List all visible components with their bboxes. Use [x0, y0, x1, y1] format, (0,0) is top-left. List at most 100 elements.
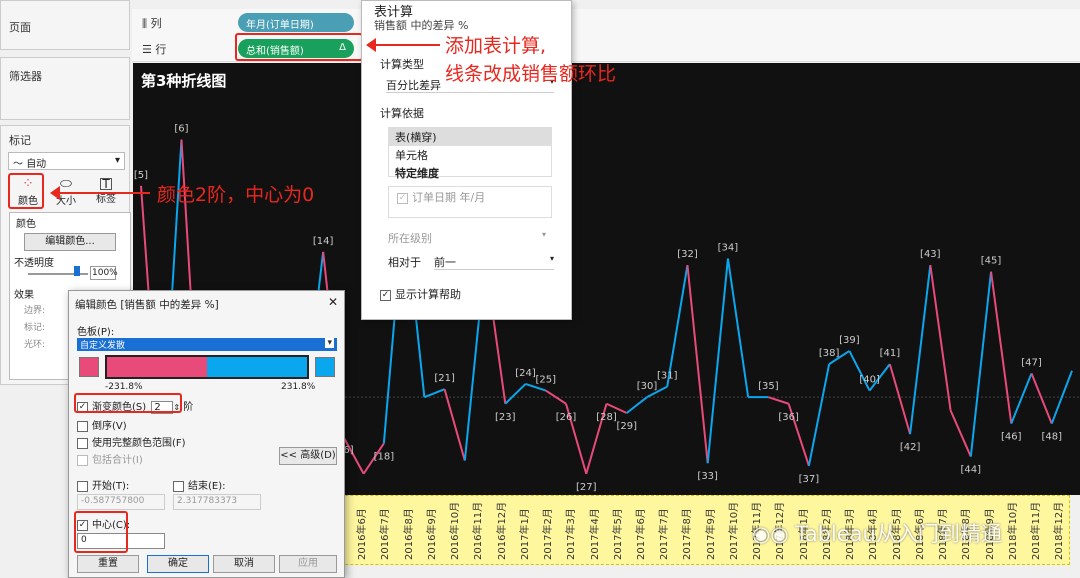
columns-shelf-label: ⫼ 列: [142, 17, 162, 30]
end-value-field[interactable]: 2.317783373: [173, 494, 261, 510]
chevron-down-icon: ▾: [325, 338, 334, 348]
dimension-list: ✓ 订单日期 年/月: [388, 186, 552, 218]
start-value-field[interactable]: -0.587757800: [77, 494, 165, 510]
line-segment: [949, 409, 972, 457]
x-tick-label: 2017年10月: [728, 501, 740, 560]
opacity-slider-thumb[interactable]: [74, 266, 80, 276]
line-segment: [909, 264, 932, 435]
line-segment: [726, 258, 750, 398]
at-level-label: 所在级别: [388, 232, 432, 245]
rows-shelf-label: ☰ 行: [142, 43, 167, 56]
point-label: [6]: [174, 124, 188, 135]
pages-title: 页面: [9, 21, 31, 34]
columns-pill[interactable]: 年月(订单日期): [238, 13, 354, 32]
line-segment: [768, 396, 789, 405]
at-level-dropdown[interactable]: ▾: [542, 230, 546, 239]
rows-pill-highlight: [235, 33, 363, 61]
effects-label: 效果: [14, 290, 34, 301]
calc-type-label: 计算类型: [380, 58, 424, 71]
compute-option-table-across[interactable]: 表(横穿): [389, 128, 551, 146]
x-tick-label: 2017年1月: [519, 508, 531, 560]
x-tick-label: 2016年10月: [450, 501, 462, 560]
compute-using-list[interactable]: 表(横穿) 单元格 特定维度: [388, 127, 552, 180]
x-tick-label: 2018年12月: [1054, 501, 1066, 560]
line-segment: [666, 264, 689, 387]
ok-button[interactable]: 确定: [147, 555, 209, 573]
x-tick-label: 2017年5月: [612, 508, 624, 560]
color-ramp: [105, 355, 309, 379]
line-mark-icon: 〜: [13, 159, 23, 170]
point-label: [18]: [374, 451, 395, 462]
x-tick-label: 2016年6月: [357, 508, 369, 560]
advanced-button[interactable]: << 高级(D): [279, 447, 337, 465]
min-value-label: -231.8%: [105, 382, 143, 392]
point-label: [46]: [1001, 432, 1022, 443]
reversed-checkbox[interactable]: 倒序(V): [77, 417, 127, 432]
point-label: [26]: [556, 412, 577, 423]
close-icon[interactable]: ✕: [328, 295, 338, 309]
compute-using-label: 计算依据: [380, 107, 424, 120]
point-label: [31]: [657, 371, 678, 382]
start-checkbox[interactable]: 开始(T):: [77, 477, 129, 492]
compute-option-cell[interactable]: 单元格: [389, 146, 551, 164]
line-segment: [626, 396, 648, 414]
point-label: [38]: [819, 348, 840, 359]
color-popup-title: 颜色: [16, 219, 36, 230]
x-tick-label: 2017年7月: [659, 508, 671, 560]
border-label: 边界:: [24, 306, 46, 316]
stepped-highlight: [74, 393, 182, 413]
point-label: [41]: [880, 348, 901, 359]
point-label: [24]: [515, 368, 536, 379]
include-totals-checkbox[interactable]: 包括合计(I): [77, 451, 143, 466]
line-segment: [443, 388, 466, 461]
reset-button[interactable]: 重置: [77, 555, 139, 573]
point-label: [27]: [576, 482, 597, 493]
relative-to-label: 相对于: [388, 256, 421, 269]
watermark: ◉◉ Tableau从入门到精通: [752, 522, 1002, 546]
chevron-down-icon: ▾: [114, 155, 120, 166]
end-checkbox[interactable]: 结束(E):: [173, 477, 226, 492]
columns-shelf: ⫼ 列 年月(订单日期): [132, 9, 1080, 36]
mark-label: 标记:: [24, 323, 46, 333]
table-calc-note-line2: 线条改成销售额环比: [445, 63, 617, 85]
x-tick-label: 2017年3月: [566, 508, 578, 560]
x-tick-label: 2016年11月: [473, 501, 485, 560]
opacity-value[interactable]: 100%: [90, 266, 118, 280]
chart-title: 第3种折线图: [141, 72, 227, 90]
apply-button[interactable]: 应用: [279, 555, 337, 573]
cancel-button[interactable]: 取消: [213, 555, 275, 573]
line-segment: [807, 363, 831, 467]
ramp-negative-step: [107, 357, 207, 377]
point-label: [48]: [1041, 432, 1062, 443]
full-range-checkbox[interactable]: 使用完整颜色范围(F): [77, 434, 186, 449]
point-label: [40]: [859, 375, 880, 386]
positive-color-swatch[interactable]: [315, 357, 335, 377]
x-tick-label: 2017年2月: [543, 508, 555, 560]
x-tick-label: 2017年8月: [682, 508, 694, 560]
line-segment: [888, 363, 912, 435]
point-label: [36]: [778, 412, 799, 423]
show-help-checkbox[interactable]: ✓ 显示计算帮助: [380, 286, 461, 302]
mark-type-label: 自动: [26, 159, 47, 170]
x-tick-label: 2017年9月: [705, 508, 717, 560]
point-label: [44]: [961, 465, 982, 476]
relative-to-dropdown[interactable]: 前一 ▾: [434, 254, 554, 270]
point-label: [34]: [718, 242, 739, 253]
chevron-down-icon: ▾: [549, 254, 554, 263]
ramp-positive-step: [207, 357, 307, 377]
pages-panel: 页面: [0, 0, 130, 50]
point-label: [23]: [495, 412, 516, 423]
point-label: [35]: [758, 381, 779, 392]
compute-option-specific[interactable]: 特定维度: [389, 164, 551, 182]
palette-dropdown[interactable]: 自定义发散 ▾: [77, 338, 337, 351]
table-calc-note-line1: 添加表计算,: [445, 35, 547, 57]
wechat-icon: ◉◉: [752, 522, 789, 546]
max-value-label: 231.8%: [281, 382, 316, 392]
mark-type-dropdown[interactable]: 〜 自动 ▾: [8, 152, 125, 170]
edit-colors-button[interactable]: 编辑颜色...: [24, 233, 116, 251]
x-tick-label: 2016年12月: [496, 501, 508, 560]
negative-color-swatch[interactable]: [79, 357, 99, 377]
x-tick-label: 2017年4月: [589, 508, 601, 560]
color-arrow: [58, 192, 150, 194]
filters-title: 筛选器: [9, 70, 42, 83]
